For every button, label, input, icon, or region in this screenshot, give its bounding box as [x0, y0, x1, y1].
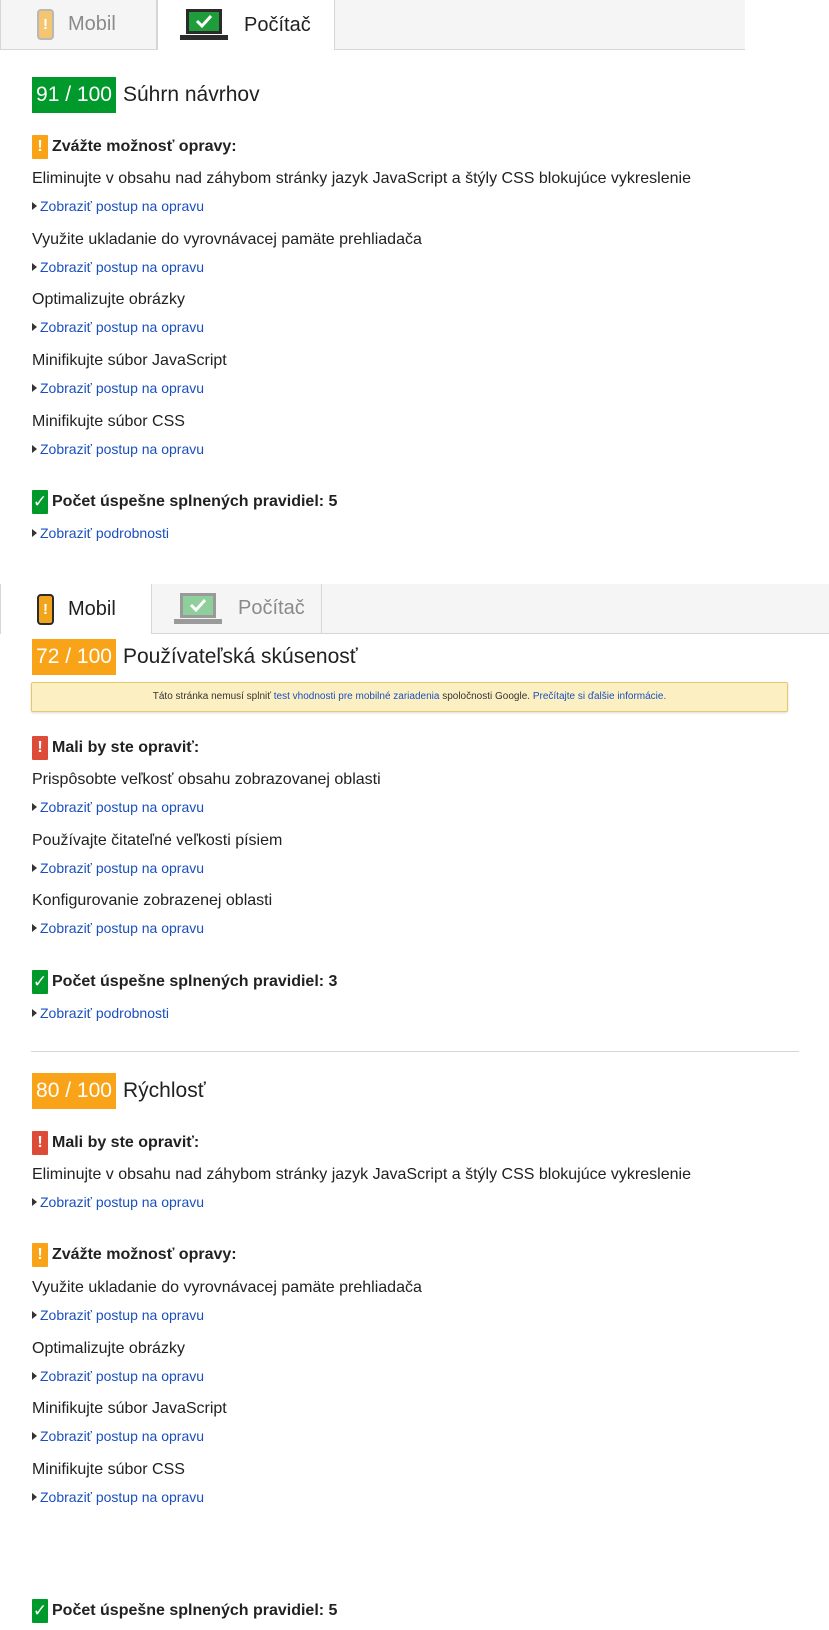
rule-title: Využite ukladanie do vyrovnávacej pamäte… — [32, 231, 422, 248]
rule-title: Konfigurovanie zobrazenej oblasti — [32, 892, 273, 909]
tab-desktop-label: Počítač — [244, 13, 311, 36]
desktop-rules-list: Eliminujte v obsahu nad záhybom stránky … — [32, 170, 829, 470]
mobile-speed-fix-heading: ! Mali by ste opraviť: — [32, 1130, 829, 1156]
mobile-speed-title: Rýchlosť — [123, 1079, 206, 1102]
triangle-right-icon — [32, 924, 37, 932]
tab-desktop[interactable]: Počítač — [152, 584, 322, 633]
show-fix-link[interactable]: Zobraziť postup na opravu — [32, 920, 204, 936]
checkmark-icon: ✓ — [32, 490, 48, 514]
triangle-right-icon — [32, 1198, 37, 1206]
section-divider — [31, 1051, 799, 1052]
desktop-summary-title: Súhrn návrhov — [123, 83, 260, 106]
show-fix-link[interactable]: Zobraziť postup na opravu — [32, 1194, 204, 1210]
rule-title: Eliminujte v obsahu nad záhybom stránky … — [32, 1166, 691, 1183]
desktop-score-badge: 91 / 100 — [32, 77, 116, 113]
rule-title: Používajte čitateľné veľkosti písiem — [32, 832, 283, 849]
tab-baseline — [0, 49, 745, 50]
show-fix-link[interactable]: Zobraziť postup na opravu — [32, 860, 204, 876]
tab-mobile[interactable]: ! Mobil — [0, 0, 157, 49]
mobile-ux-fix-heading: ! Mali by ste opraviť: — [32, 735, 829, 761]
show-details-link[interactable]: Zobraziť podrobnosti — [32, 1005, 169, 1021]
mobile-speed-fix-list: Eliminujte v obsahu nad záhybom stránky … — [32, 1166, 829, 1226]
show-fix-link[interactable]: Zobraziť postup na opravu — [32, 380, 204, 396]
learn-more-link[interactable]: Prečítajte si ďalšie informácie. — [533, 691, 666, 702]
device-tabs-desktop-view: ! Mobil Počítač — [0, 0, 745, 50]
tab-desktop[interactable]: Počítač — [157, 0, 335, 50]
show-fix-link[interactable]: Zobraziť postup na opravu — [32, 799, 204, 815]
rule-title: Minifikujte súbor CSS — [32, 413, 185, 430]
rule-title: Využite ukladanie do vyrovnávacej pamäte… — [32, 1279, 422, 1296]
triangle-right-icon — [32, 384, 37, 392]
rule-title: Optimalizujte obrázky — [32, 1340, 185, 1357]
desktop-summary-header: 91 / 100 Súhrn návrhov — [32, 77, 829, 113]
mobile-ux-title: Používateľská skúsenosť — [123, 645, 358, 668]
checkmark-icon: ✓ — [32, 970, 48, 994]
triangle-right-icon — [32, 263, 37, 271]
show-fix-link[interactable]: Zobraziť postup na opravu — [32, 259, 204, 275]
tab-desktop-label: Počítač — [238, 597, 305, 619]
mobile-speed-header: 80 / 100 Rýchlosť — [32, 1073, 829, 1109]
show-fix-link[interactable]: Zobraziť postup na opravu — [32, 198, 204, 214]
mobile-ux-rules-list: Prispôsobte veľkosť obsahu zobrazovanej … — [32, 771, 829, 951]
show-fix-link[interactable]: Zobraziť postup na opravu — [32, 1368, 204, 1384]
mobile-speed-passed-heading: ✓ Počet úspešne splnených pravidiel: 5 — [32, 1598, 829, 1624]
laptop-icon — [180, 9, 228, 40]
rule-title: Minifikujte súbor JavaScript — [32, 1400, 227, 1417]
triangle-right-icon — [32, 1009, 37, 1017]
exclamation-icon: ! — [32, 736, 48, 760]
mobile-friendly-notice: Táto stránka nemusí splniť test vhodnost… — [31, 682, 788, 712]
phone-icon: ! — [37, 9, 54, 40]
laptop-icon — [174, 592, 222, 624]
rule-title: Minifikujte súbor CSS — [32, 1461, 185, 1478]
checkmark-icon: ✓ — [32, 1599, 48, 1623]
show-fix-link[interactable]: Zobraziť postup na opravu — [32, 319, 204, 335]
show-fix-link[interactable]: Zobraziť postup na opravu — [32, 441, 204, 457]
triangle-right-icon — [32, 445, 37, 453]
triangle-right-icon — [32, 1372, 37, 1380]
exclamation-icon: ! — [32, 135, 48, 159]
mobile-friendly-test-link[interactable]: test vhodnosti pre mobilné zariadenia — [274, 691, 440, 702]
triangle-right-icon — [32, 202, 37, 210]
triangle-right-icon — [32, 1311, 37, 1319]
rule-title: Minifikujte súbor JavaScript — [32, 352, 227, 369]
triangle-right-icon — [32, 323, 37, 331]
exclamation-icon: ! — [32, 1131, 48, 1155]
tab-mobile-label: Mobil — [68, 13, 116, 35]
show-details-link[interactable]: Zobraziť podrobnosti — [32, 525, 169, 541]
mobile-ux-score-badge: 72 / 100 — [32, 639, 116, 675]
mobile-speed-consider-heading: ! Zvážte možnosť opravy: — [32, 1242, 829, 1268]
show-fix-link[interactable]: Zobraziť postup na opravu — [32, 1489, 204, 1505]
device-tabs-mobile-view: ! Mobil Počítač — [0, 584, 829, 634]
rule-title: Prispôsobte veľkosť obsahu zobrazovanej … — [32, 771, 381, 788]
triangle-right-icon — [32, 1493, 37, 1501]
tab-mobile[interactable]: ! Mobil — [0, 584, 152, 634]
exclamation-icon: ! — [32, 1243, 48, 1267]
mobile-speed-score-badge: 80 / 100 — [32, 1073, 116, 1109]
mobile-ux-passed-heading: ✓ Počet úspešne splnených pravidiel: 3 — [32, 969, 829, 995]
mobile-speed-consider-list: Využite ukladanie do vyrovnávacej pamäte… — [32, 1279, 829, 1519]
desktop-passed-heading: ✓ Počet úspešne splnených pravidiel: 5 — [32, 489, 829, 515]
phone-icon: ! — [37, 593, 54, 625]
mobile-ux-header: 72 / 100 Používateľská skúsenosť — [32, 639, 829, 675]
triangle-right-icon — [32, 803, 37, 811]
rule-title: Optimalizujte obrázky — [32, 291, 185, 308]
triangle-right-icon — [32, 864, 37, 872]
desktop-consider-heading: ! Zvážte možnosť opravy: — [32, 134, 829, 160]
triangle-right-icon — [32, 1432, 37, 1440]
triangle-right-icon — [32, 529, 37, 537]
tab-mobile-label: Mobil — [68, 597, 116, 620]
show-fix-link[interactable]: Zobraziť postup na opravu — [32, 1307, 204, 1323]
rule-title: Eliminujte v obsahu nad záhybom stránky … — [32, 170, 691, 187]
show-fix-link[interactable]: Zobraziť postup na opravu — [32, 1428, 204, 1444]
